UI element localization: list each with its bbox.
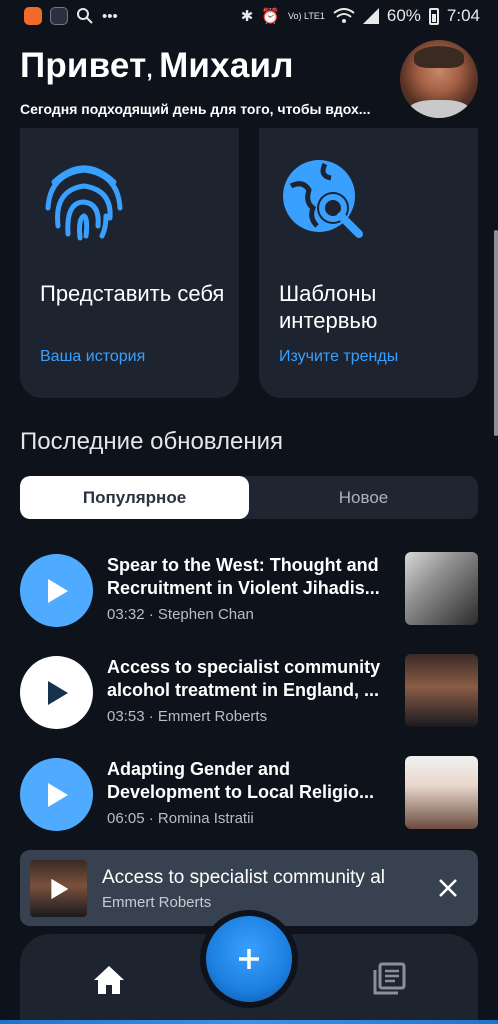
mini-player-thumbnail[interactable]	[30, 860, 87, 917]
play-icon	[47, 578, 68, 603]
item-title-line: alcohol treatment in England, ...	[107, 680, 380, 700]
fingerprint-icon	[45, 165, 123, 241]
item-meta: 03:53 · Emmert Roberts	[107, 708, 268, 725]
card-link[interactable]: Ваша история	[40, 348, 145, 366]
status-bar: ••• ✱ ⏰ Vo) LTE1 60% 7:04	[0, 0, 498, 32]
item-title-line: Development to Local Religio...	[107, 782, 375, 802]
item-thumbnail	[405, 552, 478, 625]
list-item[interactable]: Spear to the West: Thought and Recruitme…	[20, 548, 478, 650]
item-meta: 03:32 · Stephen Chan	[107, 606, 254, 623]
play-button[interactable]	[20, 758, 93, 831]
item-duration: 03:53	[107, 708, 145, 725]
clock: 7:04	[446, 6, 480, 25]
item-title: Access to specialist community alcohol t…	[107, 656, 395, 702]
card-interview-templates[interactable]: Шаблоны интервью Изучите тренды	[259, 128, 478, 398]
greeting-subtitle: Сегодня подходящий день для того, чтобы …	[20, 101, 371, 117]
card-title: Шаблоны интервью	[279, 281, 378, 333]
greeting-hello: Привет	[20, 46, 147, 85]
item-title: Adapting Gender and Development to Local…	[107, 758, 395, 804]
plus-icon	[239, 949, 259, 969]
card-present-yourself[interactable]: Представить себя Ваша история	[20, 128, 239, 398]
mini-player[interactable]: Access to specialist community al Emmert…	[20, 850, 478, 926]
tab-popular[interactable]: Популярное	[20, 476, 249, 519]
bottom-accent-line	[0, 1020, 498, 1024]
close-icon[interactable]	[434, 874, 462, 902]
card-title: Представить себя	[40, 281, 225, 306]
play-icon	[47, 680, 68, 705]
play-icon	[50, 878, 68, 899]
item-title: Spear to the West: Thought and Recruitme…	[107, 554, 395, 600]
status-left: •••	[24, 7, 118, 25]
greeting-name: Михаил	[159, 46, 294, 85]
updates-list: Spear to the West: Thought and Recruitme…	[20, 548, 478, 854]
more-notifications-icon: •••	[102, 7, 118, 25]
alarm-icon: ⏰	[261, 8, 281, 25]
home-icon[interactable]	[92, 964, 126, 996]
search-notification-icon	[77, 8, 93, 24]
header: Привет, Михаил Сегодня подходящий день д…	[20, 40, 478, 120]
item-meta: 06:05 · Romina Istratii	[107, 810, 254, 827]
battery-icon	[428, 7, 439, 25]
profile-avatar[interactable]	[400, 40, 478, 118]
tiktok-notification-icon	[50, 7, 68, 25]
item-title-line: Spear to the West: Thought and	[107, 555, 379, 575]
play-icon	[47, 782, 68, 807]
mini-player-title: Access to specialist community al	[102, 867, 385, 888]
card-link[interactable]: Изучите тренды	[279, 348, 398, 366]
item-duration: 06:05	[107, 810, 145, 827]
item-duration: 03:32	[107, 606, 145, 623]
list-item[interactable]: Access to specialist community alcohol t…	[20, 650, 478, 752]
bluetooth-icon: ✱	[240, 8, 254, 25]
wifi-icon	[333, 8, 355, 23]
scrollbar[interactable]	[494, 230, 498, 436]
signal-icon	[362, 8, 379, 24]
status-right: ✱ ⏰ Vo) LTE1 60% 7:04	[241, 6, 480, 26]
list-item[interactable]: Adapting Gender and Development to Local…	[20, 752, 478, 854]
play-button[interactable]	[20, 656, 93, 729]
item-title-line: Access to specialist community	[107, 657, 381, 677]
section-title: Последние обновления	[20, 428, 284, 455]
feature-cards: Представить себя Ваша история Шаблоны ин…	[20, 128, 478, 398]
mini-player-author: Emmert Roberts	[102, 894, 212, 911]
battery-percent: 60%	[386, 6, 421, 25]
item-author: Emmert Roberts	[157, 708, 268, 725]
item-author: Stephen Chan	[157, 606, 254, 623]
play-button[interactable]	[20, 554, 93, 627]
item-thumbnail	[405, 654, 478, 727]
globe-search-icon	[283, 160, 363, 238]
item-thumbnail	[405, 756, 478, 829]
app-notification-icon	[24, 7, 42, 25]
item-author: Romina Istratii	[157, 810, 254, 827]
network-label: Vo) LTE1	[288, 10, 325, 21]
updates-tabs: Популярное Новое	[20, 476, 478, 519]
item-title-line: Recruitment in Violent Jihadis...	[107, 578, 380, 598]
library-icon[interactable]	[372, 962, 406, 996]
tab-new[interactable]: Новое	[249, 476, 478, 519]
item-title-line: Adapting Gender and	[107, 759, 291, 779]
add-button[interactable]	[206, 916, 292, 1002]
